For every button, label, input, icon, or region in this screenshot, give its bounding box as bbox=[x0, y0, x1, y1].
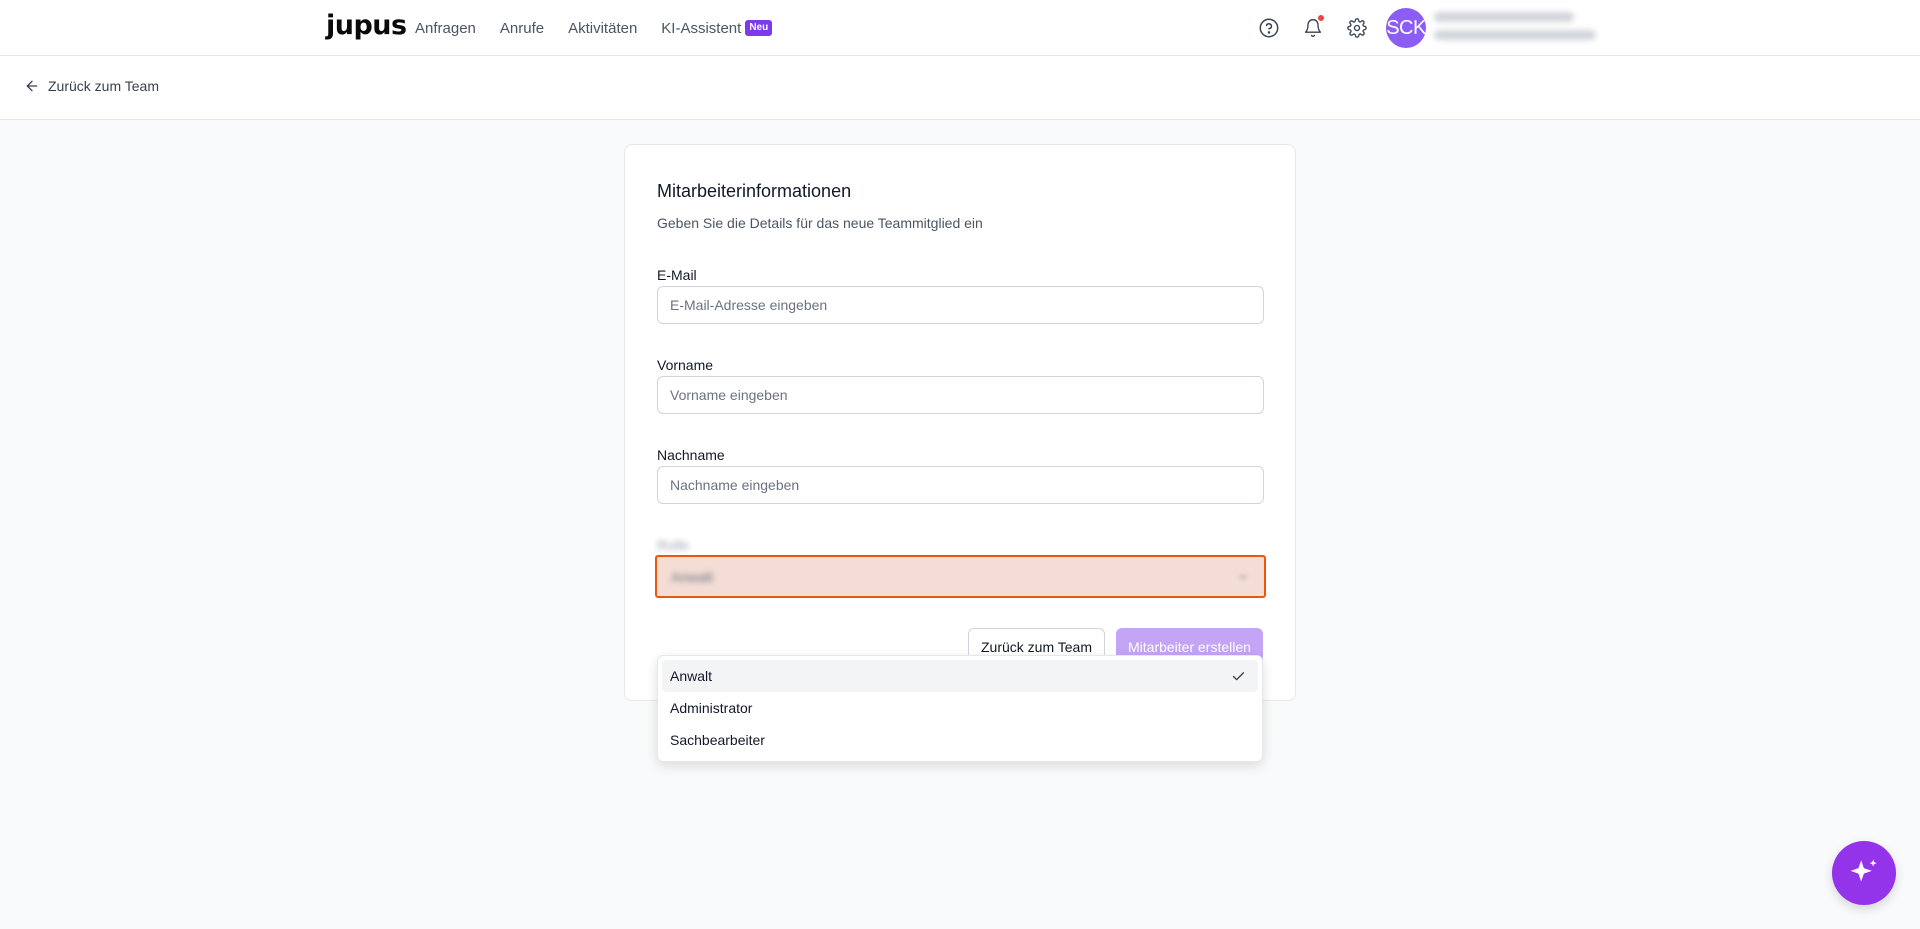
role-dropdown: Anwalt Administrator Sachbearbeiter bbox=[657, 655, 1263, 762]
lastname-label: Nachname bbox=[657, 447, 725, 463]
role-option-administrator[interactable]: Administrator bbox=[662, 692, 1258, 724]
top-navbar: jupus Anfragen Anrufe Aktivitäten KI-Ass… bbox=[0, 0, 1920, 56]
logo[interactable]: jupus bbox=[326, 10, 407, 41]
gear-icon bbox=[1347, 18, 1367, 38]
check-icon bbox=[1232, 671, 1245, 680]
form-title: Mitarbeiterinformationen bbox=[657, 181, 852, 201]
role-option-label: Administrator bbox=[670, 700, 753, 716]
role-select[interactable]: Anwalt bbox=[655, 555, 1266, 598]
nav-link-ki-assistent-label: KI-Assistent bbox=[661, 19, 742, 37]
role-label: Rolle bbox=[657, 537, 689, 553]
main-nav: Anfragen Anrufe Aktivitäten KI-Assistent… bbox=[415, 0, 773, 56]
employee-form-card: Mitarbeiterinformationen Geben Sie die D… bbox=[624, 144, 1296, 701]
notification-dot bbox=[1317, 14, 1325, 22]
role-option-label: Anwalt bbox=[670, 668, 713, 684]
email-field[interactable] bbox=[657, 286, 1264, 324]
nav-link-ki-assistent[interactable]: KI-Assistent Neu bbox=[661, 19, 773, 37]
redacted-username bbox=[1434, 12, 1574, 22]
avatar[interactable]: SCK bbox=[1386, 8, 1426, 48]
notifications-button[interactable] bbox=[1301, 14, 1325, 42]
back-to-team-link[interactable]: Zurück zum Team bbox=[24, 78, 159, 94]
sub-header: Zurück zum Team bbox=[0, 56, 1920, 120]
help-icon bbox=[1259, 18, 1279, 38]
lastname-field[interactable] bbox=[657, 466, 1264, 504]
chevron-down-icon bbox=[1239, 574, 1247, 580]
help-button[interactable] bbox=[1257, 14, 1281, 42]
firstname-label: Vorname bbox=[657, 357, 714, 373]
redacted-email bbox=[1434, 30, 1596, 40]
email-label: E-Mail bbox=[657, 267, 697, 283]
role-option-anwalt[interactable]: Anwalt bbox=[662, 660, 1258, 692]
settings-button[interactable] bbox=[1345, 14, 1369, 42]
nav-link-aktivitaeten[interactable]: Aktivitäten bbox=[568, 20, 637, 37]
role-option-sachbearbeiter[interactable]: Sachbearbeiter bbox=[662, 724, 1258, 756]
role-option-label: Sachbearbeiter bbox=[670, 732, 765, 748]
new-badge: Neu bbox=[745, 20, 773, 36]
nav-link-anfragen[interactable]: Anfragen bbox=[415, 20, 476, 37]
arrow-left-icon bbox=[26, 80, 38, 92]
ai-assistant-fab[interactable] bbox=[1832, 841, 1896, 905]
back-to-team-label: Zurück zum Team bbox=[48, 78, 159, 94]
firstname-field[interactable] bbox=[657, 376, 1264, 414]
nav-link-anrufe[interactable]: Anrufe bbox=[500, 20, 544, 37]
user-info-redacted bbox=[1434, 12, 1596, 48]
nav-icons bbox=[1257, 14, 1369, 42]
role-select-value: Anwalt bbox=[671, 569, 714, 585]
sparkle-icon bbox=[1850, 859, 1877, 882]
form-subtitle: Geben Sie die Details für das neue Teamm… bbox=[657, 215, 983, 231]
